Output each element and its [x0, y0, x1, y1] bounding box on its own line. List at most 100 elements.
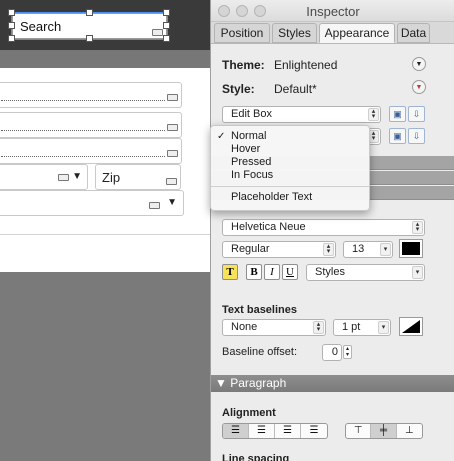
align-justify-icon[interactable]: ☰ — [301, 424, 327, 438]
text-styles-value: Styles — [315, 266, 345, 278]
baseline-offset-label: Baseline offset: — [222, 346, 298, 358]
align-right-icon[interactable]: ☰ — [275, 424, 301, 438]
field-badge-icon — [149, 202, 160, 209]
underline-button[interactable]: U — [282, 264, 298, 280]
chevron-down-icon: ▾ — [380, 243, 391, 256]
text-styles-popup[interactable]: Styles ▾ — [306, 264, 425, 281]
popup-field-state[interactable]: ▼ — [0, 164, 88, 190]
font-family-value: Helvetica Neue — [231, 221, 306, 233]
layout-canvas: Search ▼ Zip ▼ — [0, 0, 210, 461]
popup-stepper-icon: ▴ ▾ — [323, 243, 334, 256]
align-center-icon[interactable]: ☰ — [249, 424, 275, 438]
italic-button[interactable]: I — [264, 264, 280, 280]
text-baselines-label: Text baselines — [222, 304, 297, 316]
resize-handle-right[interactable] — [163, 22, 170, 29]
style-label: Style: — [222, 82, 255, 96]
edit-box-field-1[interactable] — [0, 82, 182, 108]
popup-stepper-icon: ▴ ▾ — [412, 221, 423, 234]
resize-handle-bottom[interactable] — [86, 35, 93, 42]
field-badge-icon — [58, 174, 69, 181]
menu-item-label: Pressed — [231, 156, 272, 168]
align-left-icon[interactable]: ☰ — [223, 424, 249, 438]
chevron-down-icon: ▼ — [72, 171, 82, 182]
resize-handle-bl[interactable] — [8, 35, 15, 42]
baseline-style-value: None — [231, 321, 258, 333]
search-field-text: Search — [20, 19, 62, 34]
inspector-titlebar[interactable]: Inspector — [211, 0, 454, 22]
tab-appearance[interactable]: Appearance — [319, 23, 395, 43]
style-menu-icon[interactable]: ▼ — [412, 80, 426, 94]
inspector-window: Inspector Position Styles Appearance Dat… — [210, 0, 454, 461]
font-size-combo[interactable]: 13 ▾ — [343, 241, 393, 258]
resize-handle-tl[interactable] — [8, 9, 15, 16]
paragraph-section-label: Paragraph — [230, 376, 287, 390]
alignment-label: Alignment — [222, 407, 276, 419]
field-badge-icon — [167, 124, 178, 131]
align-bottom-icon[interactable]: ⊥ — [397, 424, 422, 438]
menu-separator — [211, 186, 369, 187]
highlight-button[interactable]: T — [222, 264, 238, 280]
font-style-value: Regular — [231, 243, 270, 255]
align-top-icon[interactable]: ⊤ — [346, 424, 372, 438]
checkmark-icon: ✓ — [217, 131, 226, 142]
baseline-style-popup[interactable]: None ▴ ▾ — [222, 319, 326, 336]
resize-handle-top[interactable] — [86, 9, 93, 16]
edit-box-field-2[interactable] — [0, 112, 182, 138]
chevron-down-icon: ▼ — [167, 197, 177, 208]
vertical-alignment-control[interactable]: ⊤ ╪ ⊥ — [345, 423, 423, 439]
text-color-well[interactable] — [399, 239, 423, 258]
theme-value: Enlightened — [274, 58, 338, 72]
align-middle-icon[interactable]: ╪ — [371, 424, 397, 438]
theme-menu-icon[interactable]: ▼ — [412, 57, 426, 71]
menu-item-label: Hover — [231, 143, 261, 155]
resize-handle-tr[interactable] — [163, 9, 170, 16]
field-badge-icon — [166, 178, 177, 185]
theme-label: Theme: — [222, 58, 265, 72]
font-family-popup[interactable]: Helvetica Neue ▴ ▾ — [222, 219, 425, 236]
menu-item-normal[interactable]: ✓ Normal — [211, 130, 369, 143]
horizontal-alignment-control[interactable]: ☰ ☰ ☰ ☰ — [222, 423, 328, 439]
save-state-style-icon[interactable]: ▣ — [389, 128, 406, 144]
tab-styles[interactable]: Styles — [272, 23, 317, 43]
resize-handle-left[interactable] — [8, 22, 15, 29]
line-spacing-label: Line spacing — [222, 453, 290, 461]
canvas-header-bar: Search — [0, 0, 210, 50]
menu-item-label: In Focus — [231, 169, 274, 181]
style-value: Default* — [274, 82, 317, 96]
field-badge-icon — [167, 94, 178, 101]
object-type-value: Edit Box — [231, 108, 272, 120]
canvas-empty-area — [0, 272, 210, 461]
field-badge-icon — [167, 150, 178, 157]
text-color-swatch — [402, 242, 420, 255]
baseline-color-well[interactable] — [399, 317, 423, 336]
revert-style-icon[interactable]: ⇩ — [408, 106, 425, 122]
menu-item-in-focus[interactable]: In Focus — [211, 169, 369, 182]
field-badge-icon — [152, 29, 163, 36]
menu-item-pressed[interactable]: Pressed — [211, 156, 369, 169]
zip-field[interactable]: Zip — [95, 164, 181, 190]
save-style-icon[interactable]: ▣ — [389, 106, 406, 122]
inspector-tabs: Position Styles Appearance Data — [211, 22, 454, 44]
resize-handle-br[interactable] — [163, 35, 170, 42]
baseline-offset-field[interactable]: 0 — [322, 344, 342, 361]
window-title: Inspector — [306, 4, 360, 19]
paragraph-section-header[interactable]: ▼ Paragraph — [211, 375, 454, 392]
baseline-size-combo[interactable]: 1 pt ▾ — [333, 319, 391, 336]
bold-button[interactable]: B — [246, 264, 262, 280]
menu-item-label: Normal — [231, 130, 267, 142]
no-color-swatch-icon — [402, 320, 420, 333]
baseline-size-value: 1 pt — [342, 321, 361, 333]
zip-field-text: Zip — [102, 170, 121, 185]
menu-item-label: Placeholder Text — [231, 191, 313, 203]
font-style-popup[interactable]: Regular ▴ ▾ — [222, 241, 336, 258]
baseline-offset-stepper[interactable]: ▴ ▾ — [343, 345, 352, 359]
object-type-popup[interactable]: Edit Box ▴ ▾ — [222, 106, 381, 123]
popup-field-country[interactable]: ▼ — [0, 190, 184, 216]
tab-data[interactable]: Data — [397, 23, 430, 43]
revert-state-style-icon[interactable]: ⇩ — [408, 128, 425, 144]
edit-box-field-3[interactable] — [0, 138, 182, 164]
menu-item-hover[interactable]: Hover — [211, 143, 369, 156]
menu-item-placeholder-text[interactable]: Placeholder Text — [211, 191, 369, 204]
tab-position[interactable]: Position — [214, 23, 270, 43]
disclosure-triangle-icon: ▼ — [215, 376, 231, 390]
